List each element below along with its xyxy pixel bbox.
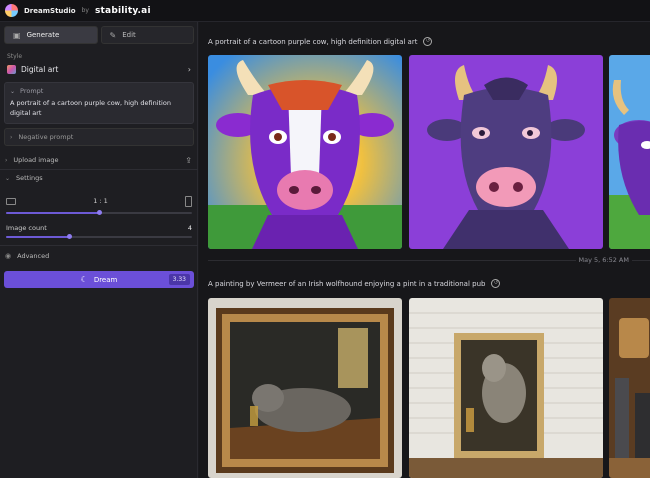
negative-prompt-field[interactable]: › Negative prompt: [4, 128, 194, 146]
settings-label: Settings: [16, 174, 43, 182]
style-label: Style: [7, 53, 23, 60]
result-group-prompt: A painting by Vermeer of an Irish wolfho…: [208, 279, 501, 288]
prompt-field[interactable]: ⌄ Prompt A portrait of a cartoon purple …: [4, 82, 194, 124]
style-value: Digital art: [21, 64, 59, 74]
landscape-icon[interactable]: [6, 197, 16, 205]
image-count-label: Image count: [6, 224, 47, 232]
tab-generate[interactable]: ▣ Generate: [4, 26, 98, 44]
generated-image[interactable]: [208, 298, 402, 478]
pub-scene-image: [609, 298, 650, 478]
top-bar: DreamStudio by stability.ai: [0, 0, 650, 22]
sidebar: ▣ Generate ✎ Edit Style Digital art › ⌄ …: [0, 22, 198, 478]
upload-image-row[interactable]: › Upload image ⇪: [0, 152, 198, 168]
dream-button[interactable]: ☾ Dream 3.33: [4, 271, 194, 288]
divider: [0, 245, 198, 246]
chevron-down-icon: ⌄: [10, 87, 16, 95]
edit-icon: ✎: [109, 30, 117, 40]
cow-portrait-image: [609, 55, 650, 249]
settings-header[interactable]: ⌄ Settings: [0, 170, 198, 186]
image-count-value: 4: [187, 224, 192, 232]
image-count-row: Image count 4: [6, 224, 192, 232]
company-name: stability.ai: [94, 5, 151, 16]
tab-generate-label: Generate: [26, 31, 60, 39]
tab-edit[interactable]: ✎ Edit: [100, 26, 194, 44]
upload-image-label: Upload image: [13, 156, 59, 164]
eye-icon: ◉: [5, 252, 12, 260]
prompt-text[interactable]: A portrait of a cartoon purple cow, high…: [10, 98, 188, 118]
result-prompt-text: A portrait of a cartoon purple cow, high…: [208, 37, 418, 46]
style-selector[interactable]: Digital art ›: [7, 62, 191, 76]
dream-label: Dream: [93, 275, 118, 284]
cow-portrait-image: [409, 55, 603, 249]
dreamstudio-app: DreamStudio by stability.ai ▣ Generate ✎…: [0, 0, 650, 478]
prompt-header[interactable]: ⌄ Prompt: [10, 87, 188, 95]
aspect-ratio-slider-handle[interactable]: [96, 210, 102, 215]
generated-image[interactable]: [208, 55, 402, 249]
wolfhound-painting-image: [409, 298, 603, 478]
image-icon: ▣: [13, 30, 21, 40]
upload-icon[interactable]: ⇪: [185, 156, 192, 165]
chevron-down-icon: ⌄: [5, 174, 11, 182]
aspect-ratio-value: 1 : 1: [93, 197, 108, 205]
style-thumbnail-icon: [7, 64, 16, 74]
reuse-prompt-icon[interactable]: ↺: [491, 279, 501, 288]
advanced-label: Advanced: [17, 252, 50, 260]
app-by: by: [81, 7, 89, 14]
image-count-slider[interactable]: [6, 234, 192, 239]
timestamp: May 5, 6:52 AM: [575, 256, 632, 264]
image-count-slider-handle[interactable]: [66, 234, 72, 239]
results-area: A portrait of a cartoon purple cow, high…: [199, 22, 650, 478]
chevron-right-icon: ›: [5, 156, 8, 164]
result-prompt-text: A painting by Vermeer of an Irish wolfho…: [208, 279, 486, 288]
wolfhound-painting-image: [208, 298, 402, 478]
aspect-ratio-slider-fill: [6, 212, 99, 214]
generated-image[interactable]: [409, 55, 603, 249]
aspect-ratio-slider[interactable]: [6, 210, 192, 215]
negative-prompt-label: Negative prompt: [18, 133, 74, 141]
mode-tabs: ▣ Generate ✎ Edit: [4, 26, 194, 44]
generated-image[interactable]: [609, 55, 650, 249]
credit-cost-badge: 3.33: [168, 274, 190, 285]
chevron-right-icon: ›: [187, 64, 191, 74]
prompt-label: Prompt: [20, 87, 44, 95]
reuse-prompt-icon[interactable]: ↺: [423, 37, 433, 46]
cow-portrait-image: [208, 55, 402, 249]
dream-moon-icon: ☾: [80, 275, 88, 284]
generated-image[interactable]: [609, 298, 650, 478]
image-count-slider-fill: [6, 236, 70, 238]
dreamstudio-logo-icon: [5, 4, 18, 17]
tab-edit-label: Edit: [122, 31, 136, 39]
portrait-icon[interactable]: [185, 195, 192, 207]
result-group-prompt: A portrait of a cartoon purple cow, high…: [208, 37, 433, 46]
aspect-ratio-control: 1 : 1: [6, 194, 192, 208]
chevron-right-icon: ›: [10, 133, 13, 141]
app-name: DreamStudio: [24, 6, 76, 15]
advanced-row[interactable]: ◉ Advanced: [0, 248, 198, 264]
generated-image[interactable]: [409, 298, 603, 478]
